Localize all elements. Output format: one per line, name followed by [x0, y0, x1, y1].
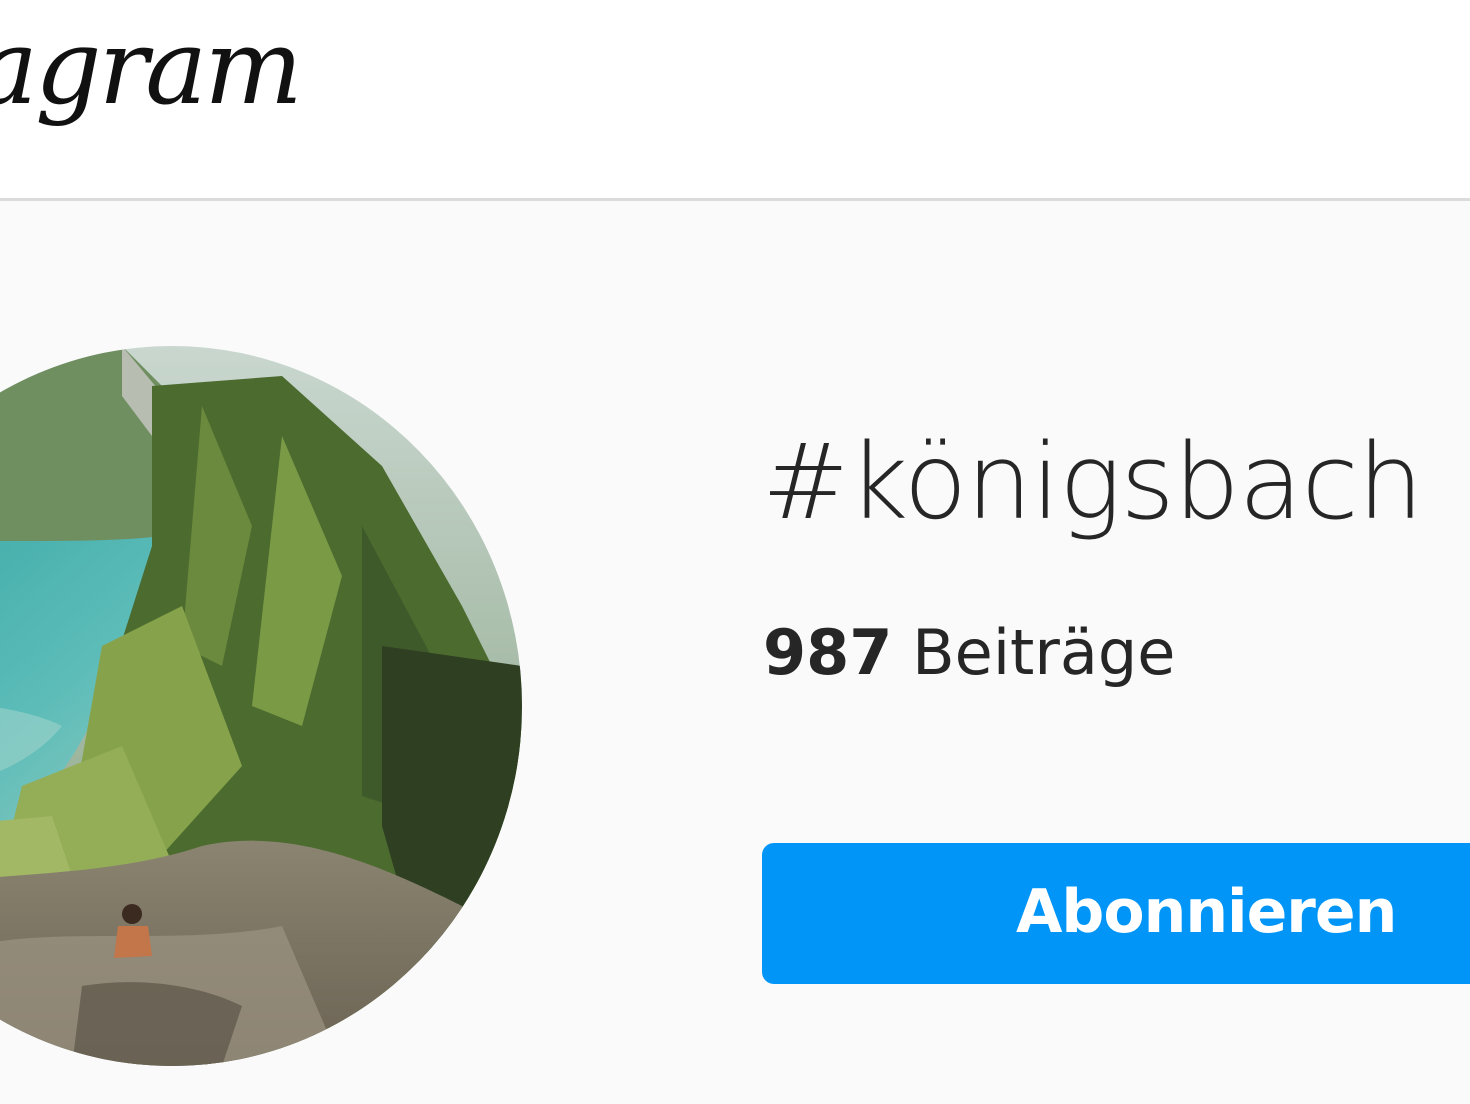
post-count: 987 Beiträge — [763, 616, 1175, 690]
instagram-logo[interactable]: agram — [0, 6, 306, 158]
logo-wordmark: agram — [0, 6, 303, 128]
hashtag-page: agram #königsbach 987 Beiträge Abonniere… — [0, 0, 1470, 1104]
post-count-label: Beiträge — [912, 616, 1176, 689]
hashtag-avatar-image — [0, 346, 522, 1066]
follow-button-label: Abonnieren — [1016, 877, 1397, 947]
post-count-number: 987 — [763, 616, 893, 689]
top-navigation-bar: agram — [0, 0, 1470, 201]
follow-button[interactable]: Abonnieren — [762, 843, 1470, 984]
hashtag-title: #königsbach — [762, 421, 1424, 543]
